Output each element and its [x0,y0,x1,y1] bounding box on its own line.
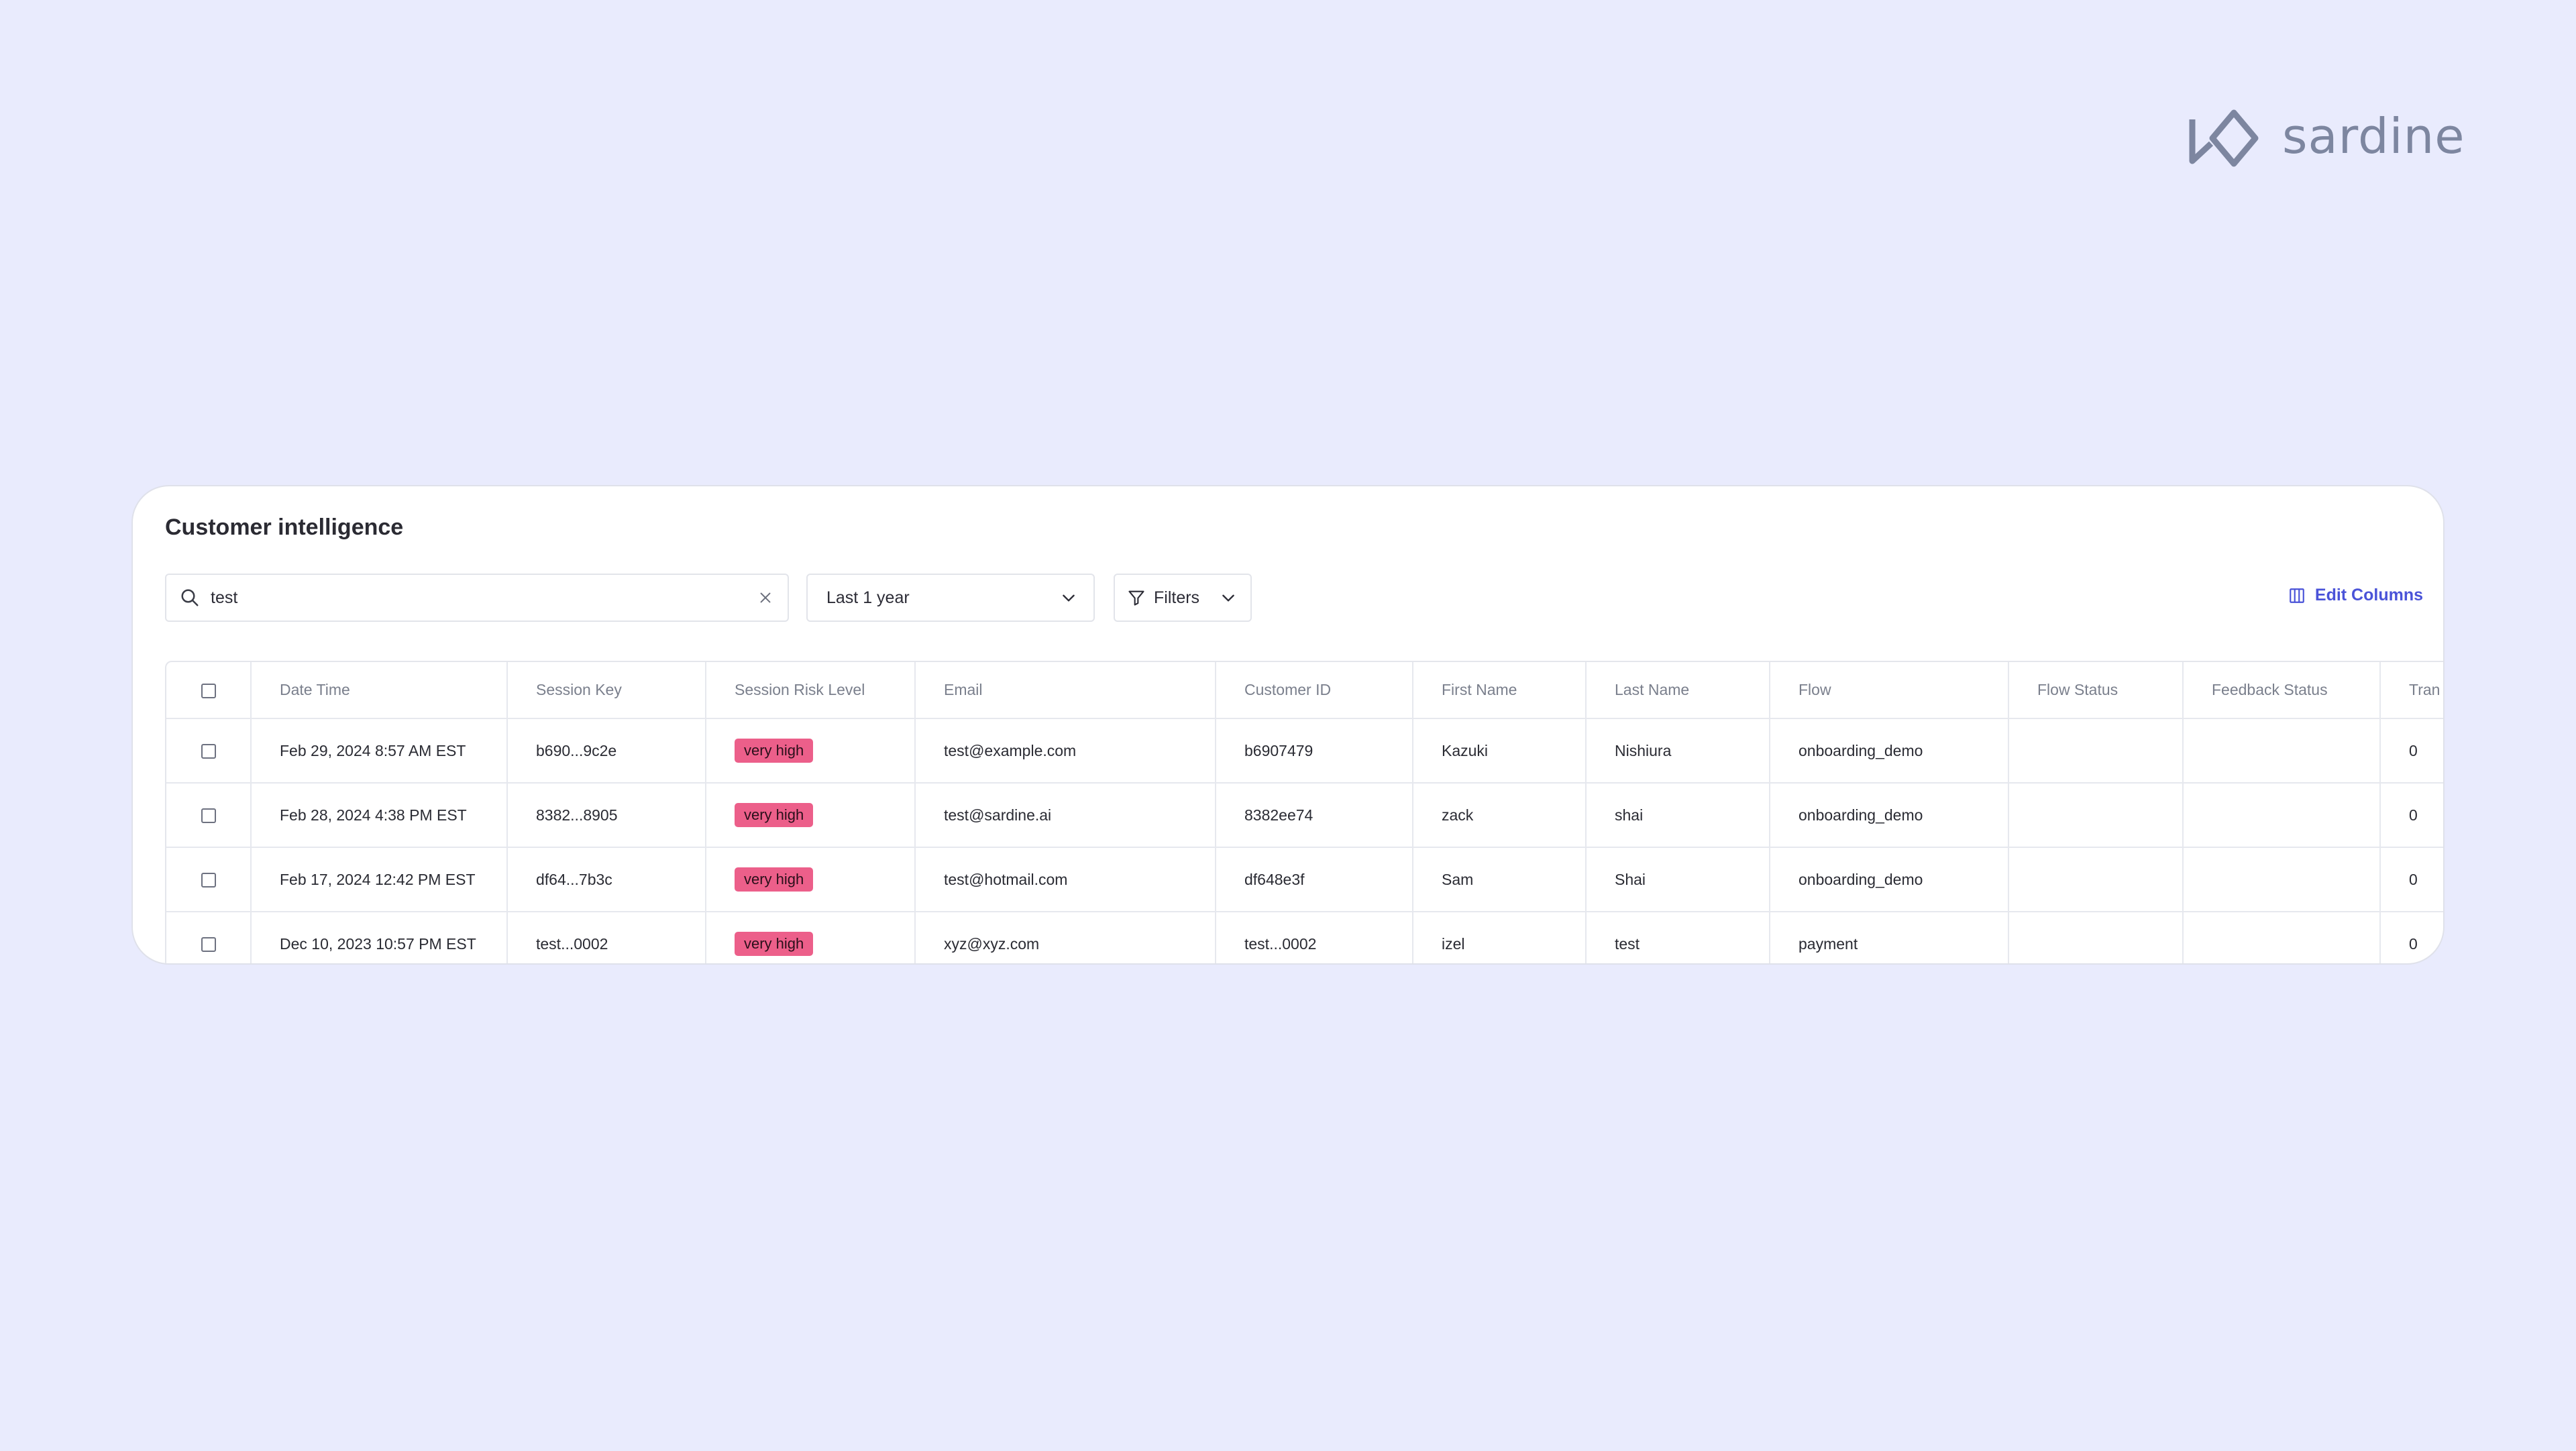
tran-cell: 0 [2380,783,2443,848]
last-name-cell: Nishiura [1586,718,1770,784]
search-box [165,574,789,622]
row-checkbox[interactable] [201,808,216,824]
clear-search-icon[interactable] [758,590,773,605]
session-key-cell: b690...9c2e [507,718,706,784]
column-header-customer-id[interactable]: Customer ID [1216,662,1413,719]
session-key-cell: test...0002 [507,912,706,963]
date-time-cell: Feb 29, 2024 8:57 AM EST [251,718,508,784]
customer-id-cell: b6907479 [1216,718,1413,784]
flow-status-cell [2008,847,2184,912]
first-name-cell: Kazuki [1413,718,1587,784]
flow-cell: payment [1770,912,2009,963]
flow-status-cell [2008,783,2184,848]
risk-badge: very high [735,802,814,828]
last-name-cell: Shai [1586,847,1770,912]
risk-badge: very high [735,931,814,957]
flow-cell: onboarding_demo [1770,847,2009,912]
columns-icon [2288,587,2306,604]
risk-badge: very high [735,738,814,763]
last-name-cell: shai [1586,783,1770,848]
date-time-cell: Dec 10, 2023 10:57 PM EST [251,912,508,963]
row-checkbox[interactable] [201,937,216,953]
feedback-status-cell [2183,718,2381,784]
first-name-cell: izel [1413,912,1587,963]
row-select-cell [166,847,252,912]
tran-cell: 0 [2380,718,2443,784]
column-header-tran[interactable]: Tran [2380,662,2443,719]
search-input[interactable] [209,577,758,619]
flow-status-cell [2008,912,2184,963]
column-header-flow[interactable]: Flow [1770,662,2009,719]
filters-button[interactable]: Filters [1114,574,1252,622]
customer-intelligence-card: Customer intelligence Last 1 year [131,485,2445,965]
table-row[interactable]: Feb 17, 2024 12:42 PM EST df64...7b3c ve… [166,847,2443,912]
search-icon [180,588,200,608]
row-checkbox[interactable] [201,744,216,759]
last-name-cell: test [1586,912,1770,963]
column-header-flow-status[interactable]: Flow Status [2008,662,2184,719]
column-header-session-key[interactable]: Session Key [507,662,706,719]
table-row[interactable]: Dec 10, 2023 10:57 PM EST test...0002 ve… [166,912,2443,963]
session-key-cell: 8382...8905 [507,783,706,848]
tran-cell: 0 [2380,847,2443,912]
table-row[interactable]: Feb 28, 2024 4:38 PM EST 8382...8905 ver… [166,783,2443,848]
date-time-cell: Feb 28, 2024 4:38 PM EST [251,783,508,848]
tran-cell: 0 [2380,912,2443,963]
page-title: Customer intelligence [165,515,404,540]
session-key-cell: df64...7b3c [507,847,706,912]
chevron-down-icon [1060,589,1077,606]
first-name-cell: Sam [1413,847,1587,912]
first-name-cell: zack [1413,783,1587,848]
row-checkbox[interactable] [201,873,216,888]
flow-cell: onboarding_demo [1770,718,2009,784]
email-cell: test@sardine.ai [915,783,1216,848]
feedback-status-cell [2183,783,2381,848]
chevron-down-icon [1220,589,1237,606]
column-header-email[interactable]: Email [915,662,1216,719]
sessions-table: Date Time Session Key Session Risk Level… [166,662,2443,963]
date-time-cell: Feb 17, 2024 12:42 PM EST [251,847,508,912]
risk-level-cell: very high [706,718,916,784]
select-all-checkbox[interactable] [201,683,216,698]
filters-label: Filters [1154,588,1200,607]
customer-id-cell: test...0002 [1216,912,1413,963]
customer-id-cell: 8382ee74 [1216,783,1413,848]
risk-level-cell: very high [706,912,916,963]
date-range-value: Last 1 year [826,588,910,607]
feedback-status-cell [2183,912,2381,963]
row-select-cell [166,783,252,848]
column-header-date-time[interactable]: Date Time [251,662,508,719]
sardine-logo-icon [2189,109,2259,167]
column-header-session-risk-level[interactable]: Session Risk Level [706,662,916,719]
date-range-select[interactable]: Last 1 year [806,574,1095,622]
column-header-last-name[interactable]: Last Name [1586,662,1770,719]
email-cell: xyz@xyz.com [915,912,1216,963]
sardine-logo: sardine [2188,106,2465,170]
risk-badge: very high [735,867,814,892]
email-cell: test@hotmail.com [915,847,1216,912]
risk-level-cell: very high [706,783,916,848]
risk-level-cell: very high [706,847,916,912]
feedback-status-cell [2183,847,2381,912]
edit-columns-label: Edit Columns [2314,586,2423,604]
sessions-table-container[interactable]: Date Time Session Key Session Risk Level… [165,661,2443,963]
table-header-row: Date Time Session Key Session Risk Level… [166,662,2443,719]
row-select-cell [166,912,252,963]
brand-name: sardine [2282,108,2465,164]
row-select-cell [166,718,252,784]
select-all-cell [166,662,252,719]
filter-icon [1127,588,1146,607]
edit-columns-button[interactable]: Edit Columns [2288,586,2423,605]
table-row[interactable]: Feb 29, 2024 8:57 AM EST b690...9c2e ver… [166,718,2443,784]
email-cell: test@example.com [915,718,1216,784]
column-header-first-name[interactable]: First Name [1413,662,1587,719]
flow-status-cell [2008,718,2184,784]
column-header-feedback-status[interactable]: Feedback Status [2183,662,2381,719]
flow-cell: onboarding_demo [1770,783,2009,848]
customer-id-cell: df648e3f [1216,847,1413,912]
